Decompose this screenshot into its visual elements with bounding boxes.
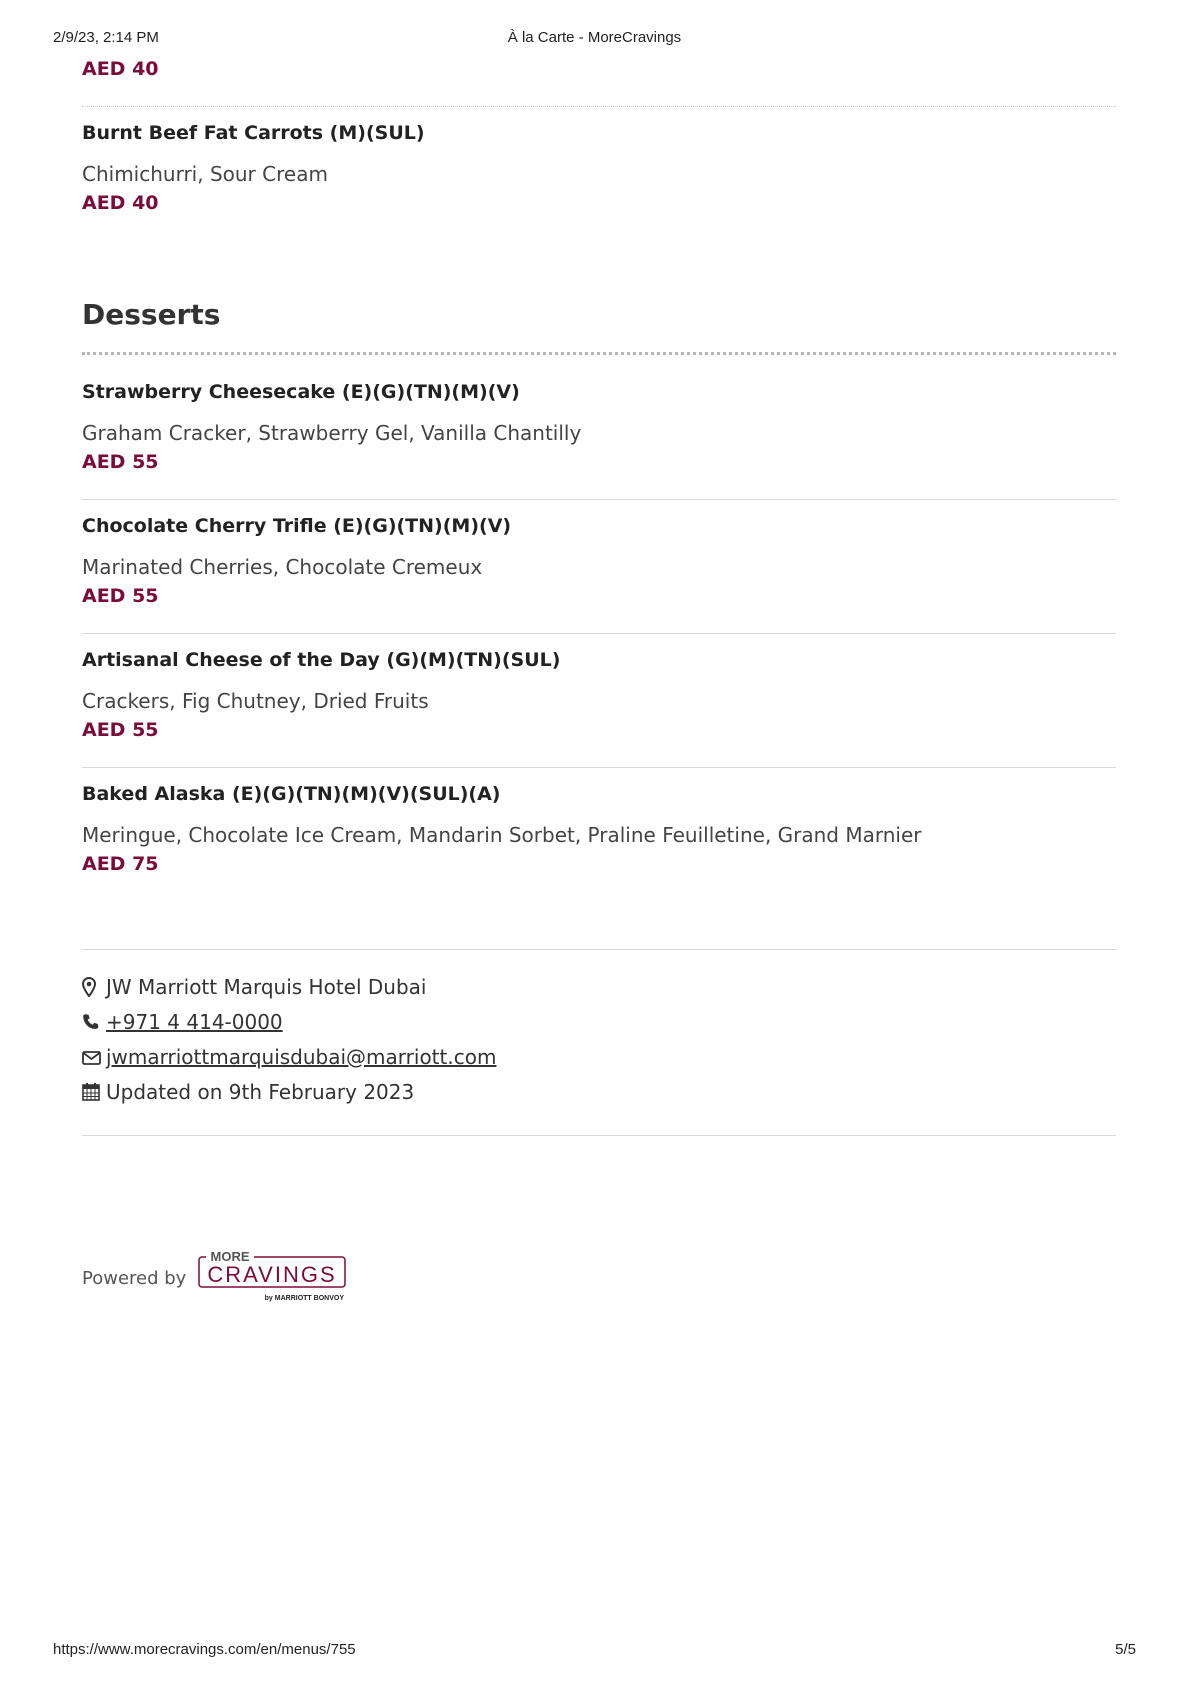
menu-item-price: AED 55 (82, 719, 159, 741)
envelope-icon (82, 1047, 101, 1067)
item-divider (82, 767, 1116, 768)
print-header: 2/9/23, 2:14 PM À la Carte - MoreCraving… (53, 29, 1136, 49)
logo-cravings-text: CRAVINGS (208, 1262, 337, 1287)
footer-divider (82, 1135, 1116, 1136)
menu-item-description: Meringue, Chocolate Ice Cream, Mandarin … (82, 823, 922, 847)
menu-item-price: AED 55 (82, 451, 159, 473)
menu-item-description: Marinated Cherries, Chocolate Cremeux (82, 555, 483, 579)
updated-text: Updated on 9th February 2023 (106, 1080, 415, 1104)
map-marker-icon (81, 976, 100, 998)
item-divider (82, 106, 1116, 107)
section-title-desserts: Desserts (82, 298, 221, 331)
powered-by-label: Powered by (82, 1267, 187, 1289)
menu-item-price: AED 75 (82, 853, 159, 875)
logo-bonvoy-text: by MARRIOTT BONVOY (265, 1295, 345, 1302)
menu-item-description: Graham Cracker, Strawberry Gel, Vanilla … (82, 421, 582, 445)
menu-item-name: Baked Alaska (E)(G)(TN)(M)(V)(SUL)(A) (82, 783, 501, 805)
menu-item-description: Crackers, Fig Chutney, Dried Fruits (82, 689, 429, 713)
phone-link[interactable]: +971 4 414-0000 (106, 1010, 283, 1034)
menu-item-name: Artisanal Cheese of the Day (G)(M)(TN)(S… (82, 649, 561, 671)
calendar-icon (82, 1082, 100, 1102)
morecravings-logo[interactable]: MORE CRAVINGS by MARRIOTT BONVOY (198, 1248, 350, 1308)
footer-divider (82, 949, 1116, 950)
email-link[interactable]: jwmarriottmarquisdubai@marriott.com (106, 1045, 496, 1069)
item-divider (82, 499, 1116, 500)
phone-icon (82, 1012, 100, 1032)
print-footer: https://www.morecravings.com/en/menus/75… (53, 1641, 1136, 1661)
menu-item-name: Burnt Beef Fat Carrots (M)(SUL) (82, 122, 425, 144)
print-url: https://www.morecravings.com/en/menus/75… (53, 1641, 356, 1658)
phone-row[interactable]: +971 4 414-0000 (82, 1010, 283, 1034)
menu-item-name: Strawberry Cheesecake (E)(G)(TN)(M)(V) (82, 381, 520, 403)
updated-row: Updated on 9th February 2023 (82, 1080, 414, 1104)
print-page-title: À la Carte - MoreCravings (507, 29, 682, 46)
location-row: JW Marriott Marquis Hotel Dubai (81, 975, 427, 999)
item-divider (82, 633, 1116, 634)
menu-item-price: AED 40 (82, 192, 159, 214)
email-row[interactable]: jwmarriottmarquisdubai@marriott.com (82, 1045, 496, 1069)
menu-item-price: AED 40 (82, 58, 159, 80)
print-page-number: 5/5 (1115, 1641, 1136, 1658)
menu-item-price: AED 55 (82, 585, 159, 607)
section-divider (82, 352, 1116, 355)
location-text: JW Marriott Marquis Hotel Dubai (106, 975, 427, 999)
menu-item-description: Chimichurri, Sour Cream (82, 162, 328, 186)
powered-by: Powered by MORE CRAVINGS by MARRIOTT BON… (82, 1248, 350, 1308)
menu-item-name: Chocolate Cherry Trifle (E)(G)(TN)(M)(V) (82, 515, 512, 537)
